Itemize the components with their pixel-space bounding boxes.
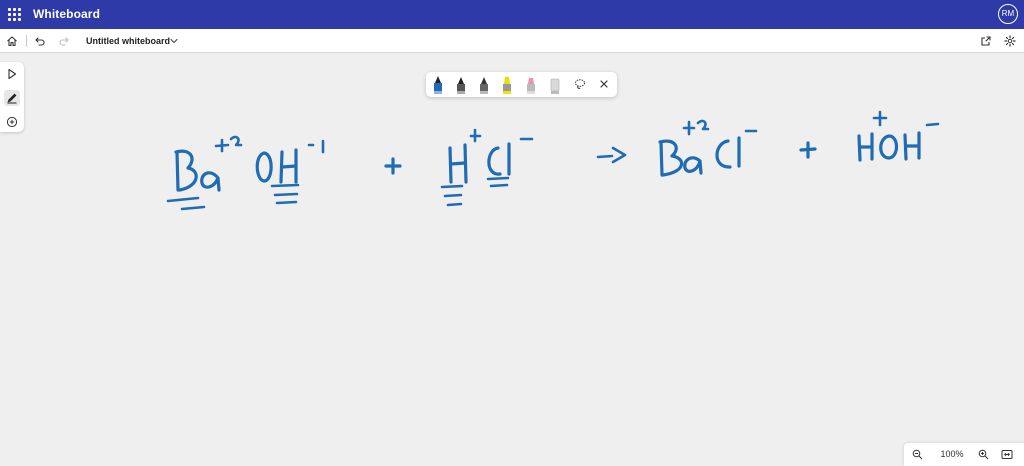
- lasso-icon[interactable]: [573, 77, 587, 91]
- app-launcher-icon[interactable]: [6, 6, 22, 22]
- divider: [26, 35, 27, 47]
- zoom-controls: 100%: [904, 443, 1024, 466]
- whiteboard-canvas[interactable]: [0, 53, 1024, 466]
- ink-charge-minus1: [307, 139, 325, 154]
- settings-gear-icon[interactable]: [1002, 33, 1018, 49]
- yellow-highlighter-icon[interactable]: [500, 75, 514, 95]
- command-bar: Untitled whiteboard: [0, 29, 1024, 53]
- zoom-in-icon[interactable]: [976, 447, 990, 461]
- avatar[interactable]: RM: [998, 4, 1018, 24]
- zoom-level: 100%: [940, 449, 964, 459]
- ink-reaction-arrow: [596, 146, 627, 164]
- ink-plus-sign: [384, 157, 402, 175]
- eraser-icon[interactable]: [548, 75, 562, 95]
- ink-hcl: [440, 128, 534, 207]
- ink-ba: [166, 149, 221, 211]
- pen-toolbar: [426, 72, 617, 97]
- ink-hoh: [857, 110, 940, 162]
- pink-highlighter-icon[interactable]: [524, 75, 538, 95]
- undo-icon[interactable]: [32, 33, 48, 49]
- blue-pen-icon[interactable]: [431, 75, 445, 95]
- app-header: Whiteboard RM: [0, 0, 1024, 29]
- redo-icon[interactable]: [56, 33, 72, 49]
- chevron-down-icon[interactable]: [166, 33, 182, 49]
- share-icon[interactable]: [978, 33, 994, 49]
- zoom-out-icon[interactable]: [910, 447, 924, 461]
- close-icon[interactable]: [597, 77, 611, 91]
- home-icon[interactable]: [4, 33, 20, 49]
- dark-pen-icon[interactable]: [477, 75, 491, 95]
- ink-plus-sign-2: [799, 141, 817, 159]
- ink-bacl: [658, 119, 758, 177]
- fit-to-screen-icon[interactable]: [1000, 447, 1014, 461]
- ink-charge-plus2: [214, 135, 243, 153]
- black-pen-icon[interactable]: [454, 75, 468, 95]
- app-title: Whiteboard: [33, 7, 100, 21]
- ink-oh: [255, 148, 300, 205]
- whiteboard-title[interactable]: Untitled whiteboard: [86, 36, 170, 46]
